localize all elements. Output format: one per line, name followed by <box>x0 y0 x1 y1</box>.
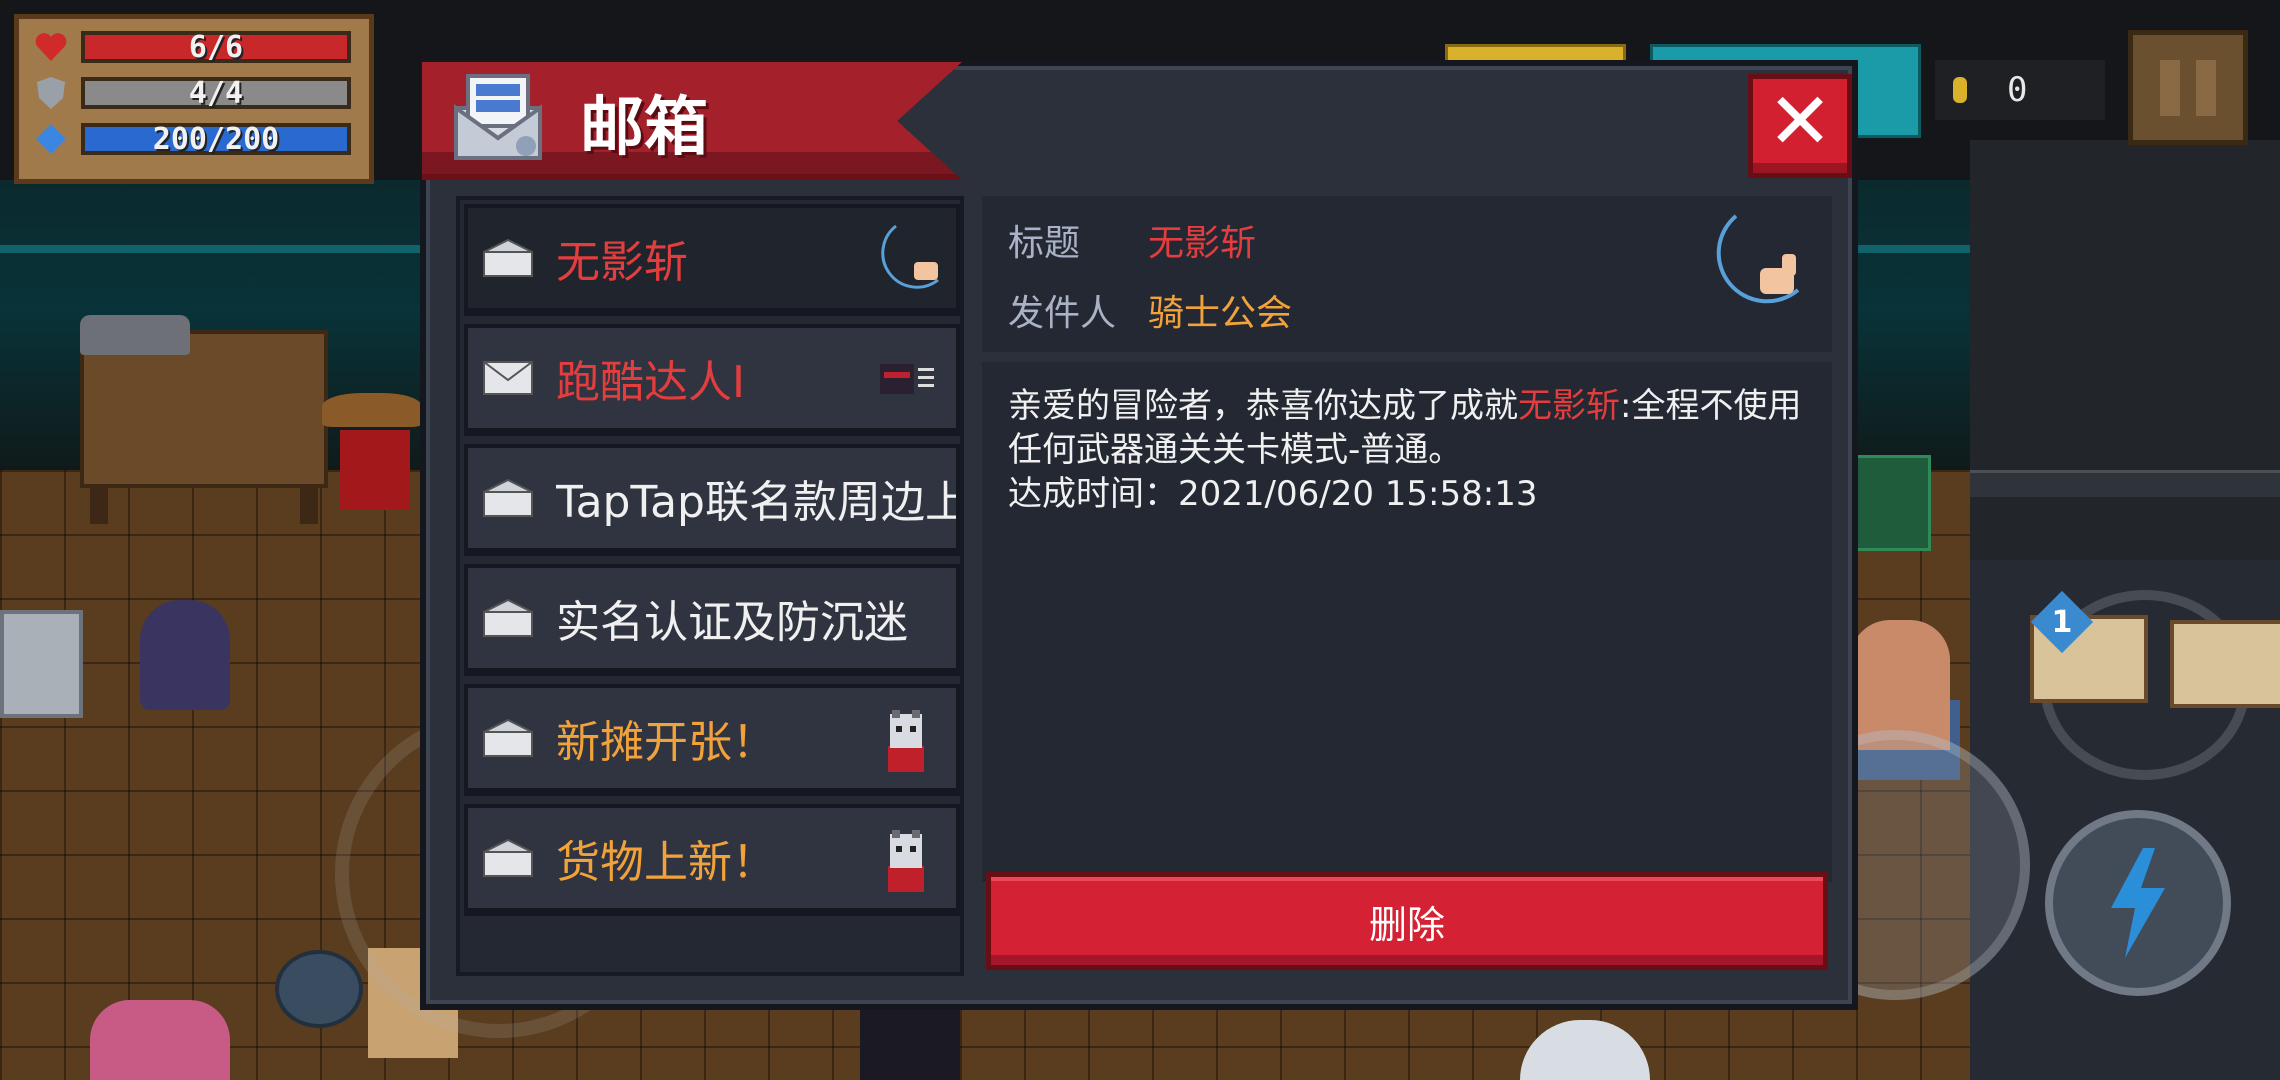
energy-crystal-icon <box>33 121 69 157</box>
open-envelope-icon <box>483 238 533 277</box>
close-button[interactable]: ✕ <box>1748 74 1852 178</box>
dialog-title: 邮箱 <box>580 91 708 165</box>
mail-item-label: 货物上新！ <box>556 837 776 888</box>
energy-text: 200/200 <box>152 121 280 157</box>
sender-value: 骑士公会 <box>1148 293 1293 334</box>
skill-button[interactable] <box>2045 810 2231 996</box>
mail-item[interactable]: 新摊开张！ <box>464 684 960 796</box>
title-row: 标题 无影斩 <box>1008 214 1256 266</box>
title-key: 标题 <box>1008 223 1081 264</box>
body-highlight: 无影斩 <box>1518 386 1620 426</box>
close-icon: ✕ <box>1767 77 1833 167</box>
mail-item[interactable]: 跑酷达人I <box>464 324 960 436</box>
room-rail <box>1970 470 2280 497</box>
mail-body: 亲爱的冒险者，恭喜你达成了成就无影斩:全程不使用任何武器通关关卡模式-普通。 达… <box>982 362 1832 882</box>
mail-icon <box>454 74 542 160</box>
mail-item[interactable]: TapTap联名款周边上 <box>464 444 960 556</box>
dark-character <box>860 1010 960 1080</box>
lightning-icon <box>2111 848 2165 958</box>
armor-bar: 4/4 <box>81 75 351 111</box>
hp-bar: 6/6 <box>81 29 351 65</box>
mail-detail-header: 标题 无影斩 发件人 骑士公会 <box>982 196 1832 352</box>
crescent-hand-icon <box>1716 214 1800 304</box>
energy-row: 200/200 <box>33 121 351 157</box>
open-envelope-icon <box>483 478 533 517</box>
pause-button[interactable] <box>2128 30 2248 145</box>
pink-character <box>90 1000 230 1080</box>
cat-merchant-icon <box>888 710 924 772</box>
weapon-card-icon <box>2170 620 2280 708</box>
cat-merchant-icon <box>888 830 924 892</box>
sender-key: 发件人 <box>1008 293 1117 334</box>
open-envelope-icon <box>483 718 533 757</box>
mail-item-label: 跑酷达人I <box>556 357 745 408</box>
title-banner: 邮箱 <box>422 62 962 180</box>
energy-bar: 200/200 <box>81 121 351 157</box>
coin-count: 0 <box>2007 70 2028 110</box>
hp-text: 6/6 <box>188 29 244 65</box>
mail-item-label: 实名认证及防沉迷 <box>556 597 908 648</box>
mail-item-label: TapTap联名款周边上 <box>556 477 956 528</box>
armor-text: 4/4 <box>188 75 244 111</box>
mailbox-dialog: 邮箱 ✕ 无影斩 跑酷达人I TapTap联名款周边上 实名认证及防沉迷 新摊开张！ 货物… <box>420 60 1858 1010</box>
ninja-icon <box>880 364 934 394</box>
mail-item-label: 新摊开张！ <box>556 717 776 768</box>
mail-list[interactable]: 无影斩跑酷达人I TapTap联名款周边上 实名认证及防沉迷 新摊开张！ 货物上新！ <box>456 196 964 976</box>
mail-item[interactable]: 实名认证及防沉迷 <box>464 564 960 676</box>
cowboy-hat <box>322 393 422 427</box>
arcade-machine <box>0 610 83 718</box>
green-cabinet <box>1855 455 1931 551</box>
body-prefix: 亲爱的冒险者，恭喜你达成了成就 <box>1008 386 1518 426</box>
demon-npc <box>140 600 230 710</box>
mail-item-label: 无影斩 <box>556 237 688 288</box>
delete-button[interactable]: 删除 <box>986 872 1828 970</box>
mail-item[interactable]: 货物上新！ <box>464 804 960 916</box>
cat-sprite <box>80 315 190 355</box>
crescent-hand-icon <box>881 224 939 289</box>
pot <box>275 950 363 1028</box>
sender-row: 发件人 骑士公会 <box>1008 284 1292 336</box>
armor-row: 4/4 <box>33 75 351 111</box>
heart-icon <box>33 29 69 65</box>
title-value: 无影斩 <box>1148 223 1257 264</box>
envelope-icon <box>483 361 533 395</box>
cowboy-npc <box>340 430 410 510</box>
open-envelope-icon <box>483 838 533 877</box>
hp-row: 6/6 <box>33 29 351 65</box>
coin-icon <box>1953 77 1967 103</box>
coin-counter: 0 <box>1935 60 2105 120</box>
mail-item[interactable]: 无影斩 <box>464 204 960 316</box>
open-envelope-icon <box>483 598 533 637</box>
pause-icon <box>2160 59 2180 116</box>
shield-icon <box>33 75 69 111</box>
player-stats-panel: 6/6 4/4 200/200 <box>14 14 374 184</box>
achieved-time: 达成时间：2021/06/20 15:58:13 <box>1008 474 1538 514</box>
